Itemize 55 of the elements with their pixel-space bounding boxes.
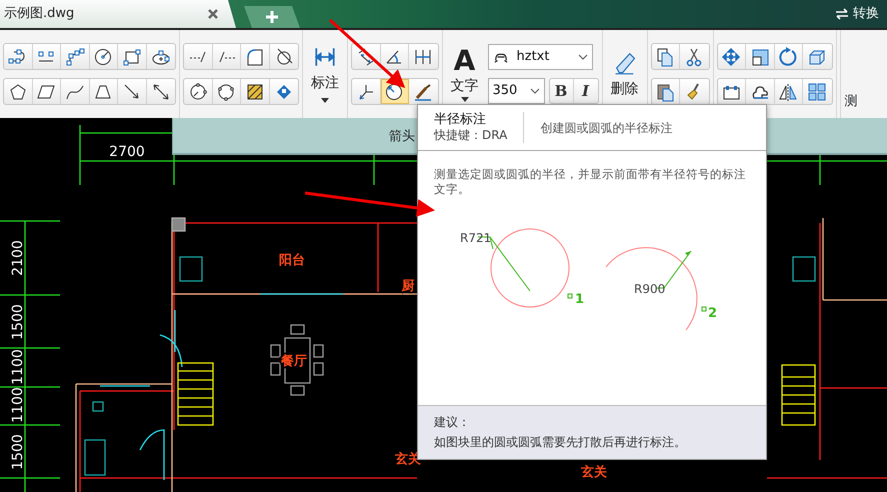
- scale-icon: [750, 46, 770, 66]
- paste-icon: [655, 82, 676, 102]
- font-select[interactable]: hztxt: [488, 44, 592, 70]
- plus-icon: [265, 10, 279, 24]
- array-icon: [807, 82, 828, 102]
- radius-label: R721: [460, 231, 492, 245]
- close-icon[interactable]: [206, 7, 220, 21]
- shortcut-label: 快捷键：DRA: [434, 128, 508, 143]
- fillet-icon: [244, 46, 265, 66]
- rectangle-icon: [122, 46, 142, 66]
- measure-label[interactable]: 测: [844, 94, 858, 110]
- size-select[interactable]: 350: [488, 78, 544, 104]
- chevron-icon: [530, 88, 540, 94]
- delete-button[interactable]: 删除: [606, 48, 644, 100]
- dimension-label: 1500: [10, 434, 26, 470]
- dimension-label: 1100: [10, 387, 26, 423]
- tip-heading: 建议：: [434, 414, 471, 431]
- swap-icon: [835, 8, 849, 20]
- bold-button[interactable]: B: [550, 79, 574, 103]
- file-tab[interactable]: 示例图.dwg: [0, 0, 236, 28]
- radius-dimension-icon: [384, 82, 404, 102]
- circle-points-icon: [188, 82, 208, 102]
- circle-nodes-icon: [216, 82, 236, 102]
- text-button[interactable]: A 文字: [446, 46, 484, 102]
- pentagon-icon: [8, 82, 28, 102]
- polyline-icon: [64, 46, 85, 66]
- italic-button[interactable]: I: [574, 79, 598, 103]
- room-label: 阳台: [279, 253, 305, 268]
- tooltip-summary: 创建圆或圆弧的半径标注: [539, 120, 672, 136]
- copy-icon: [655, 46, 676, 66]
- dimension-label: 1500: [10, 304, 26, 340]
- double-arrow-icon: [150, 82, 171, 102]
- bar-label: 箭头: [389, 129, 415, 144]
- room-label: 玄关: [581, 465, 607, 480]
- tooltip-title: 半径标注: [434, 112, 487, 128]
- room-label: 厨: [402, 279, 414, 294]
- dimension-button[interactable]: 标注: [306, 45, 344, 103]
- radius-label: R900: [634, 282, 666, 296]
- marker-number: 2: [708, 306, 718, 321]
- convert-button[interactable]: 转换: [835, 4, 887, 24]
- caret-icon[interactable]: [460, 97, 468, 102]
- move-icon: [721, 46, 742, 66]
- caret-icon[interactable]: [321, 98, 329, 103]
- dimension-label: 2700: [109, 144, 145, 160]
- dimension-label: 2100: [10, 240, 26, 276]
- mirror-icon: [778, 82, 798, 102]
- tooltip-description: 测量选定圆或圆弧的半径，并显示前面带有半径符号的标注文字。: [433, 166, 747, 197]
- chevron-icon: [578, 54, 588, 60]
- circle-radius-icon: [93, 46, 114, 66]
- brush-icon: [413, 82, 434, 102]
- rotate-icon: [778, 46, 798, 66]
- dimension-label: 1100: [10, 349, 26, 385]
- marker-number: 1: [575, 292, 584, 307]
- hatch-icon: [244, 82, 265, 102]
- tip-text: 如图块里的圆或圆弧需要先打散后再进行标注。: [434, 434, 687, 451]
